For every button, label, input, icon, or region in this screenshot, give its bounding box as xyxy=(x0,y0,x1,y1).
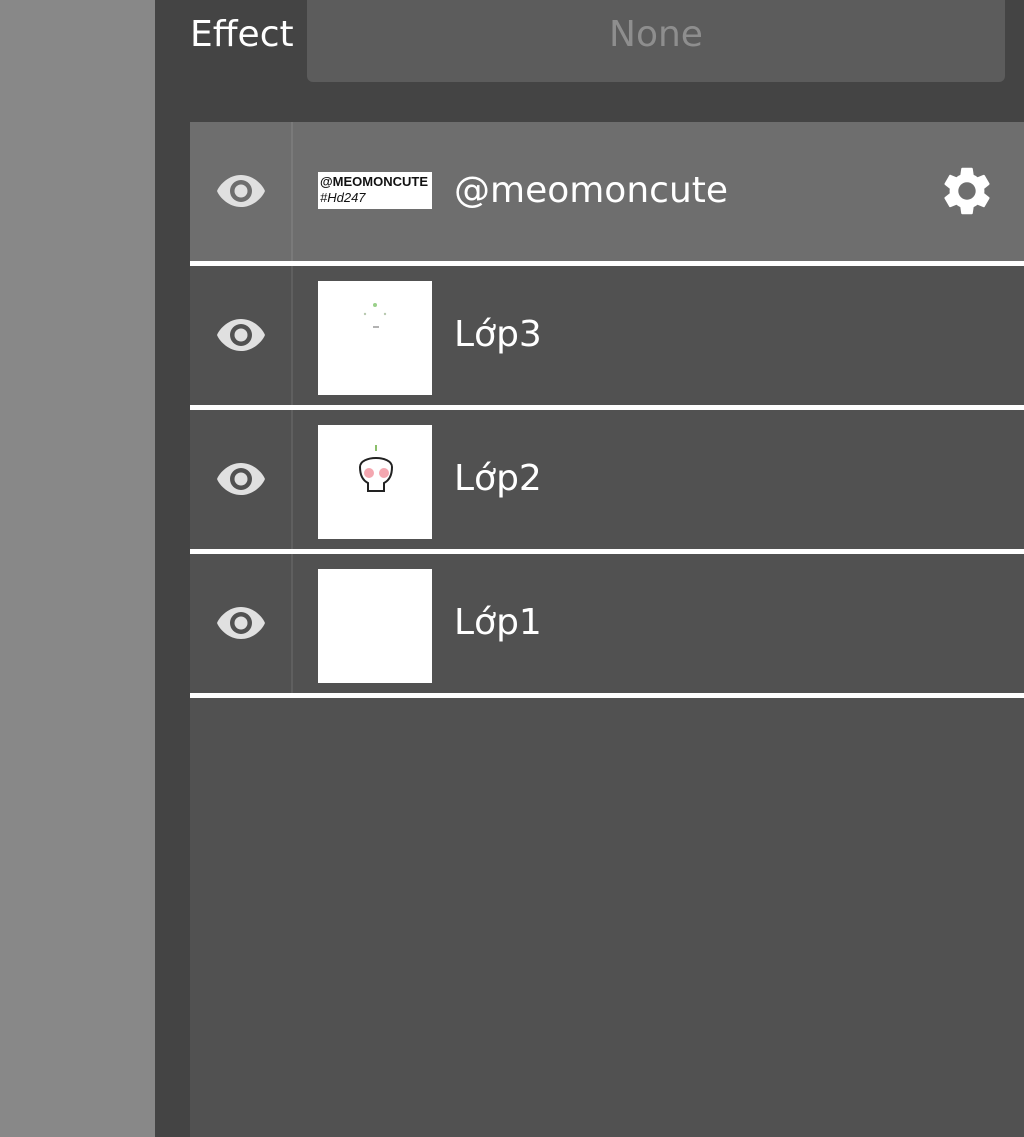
layer-row-lop1[interactable]: Lớp1 xyxy=(190,554,1024,698)
layer-thumbnail[interactable] xyxy=(318,569,432,683)
thumbnail-text-line1: @MEOMONCUTE xyxy=(320,174,428,189)
visibility-toggle[interactable] xyxy=(190,410,293,549)
thumbnail-text-line2: #Hd247 xyxy=(320,190,366,205)
row-divider xyxy=(190,693,1024,698)
layer-name: Lớp3 xyxy=(454,314,542,355)
gear-icon[interactable] xyxy=(938,162,996,220)
effect-label: Effect xyxy=(190,14,294,55)
layer-name: @meomoncute xyxy=(454,170,729,211)
thumbnail-character xyxy=(358,445,394,492)
eye-icon[interactable] xyxy=(216,315,266,355)
layer-name: Lớp1 xyxy=(454,602,542,643)
effect-row: Effect None xyxy=(155,0,1024,84)
layers-panel: Effect None @MEOMONCUTE #Hd247 @meomoncu… xyxy=(155,0,1024,1137)
thumbnail-sketch xyxy=(363,303,387,328)
layer-row-lop3[interactable]: Lớp3 xyxy=(190,266,1024,410)
visibility-toggle[interactable] xyxy=(190,554,293,693)
layer-name: Lớp2 xyxy=(454,458,542,499)
eye-icon[interactable] xyxy=(216,603,266,643)
visibility-toggle[interactable] xyxy=(190,266,293,405)
layer-row-lop2[interactable]: Lớp2 xyxy=(190,410,1024,554)
layer-list: @MEOMONCUTE #Hd247 @meomoncute Lớp3 Lớp2… xyxy=(190,122,1024,1137)
thumbnail-text-art: @MEOMONCUTE #Hd247 xyxy=(320,174,428,205)
effect-dropdown[interactable]: None xyxy=(307,0,1005,82)
eye-icon[interactable] xyxy=(216,171,266,211)
eye-icon[interactable] xyxy=(216,459,266,499)
layer-thumbnail[interactable] xyxy=(318,281,432,395)
canvas-area[interactable] xyxy=(0,0,155,1137)
layer-row-meomoncute[interactable]: @MEOMONCUTE #Hd247 @meomoncute xyxy=(190,122,1024,266)
visibility-toggle[interactable] xyxy=(190,122,293,261)
layer-thumbnail[interactable] xyxy=(318,425,432,539)
effect-value: None xyxy=(609,13,703,55)
layer-thumbnail[interactable]: @MEOMONCUTE #Hd247 xyxy=(318,172,432,209)
